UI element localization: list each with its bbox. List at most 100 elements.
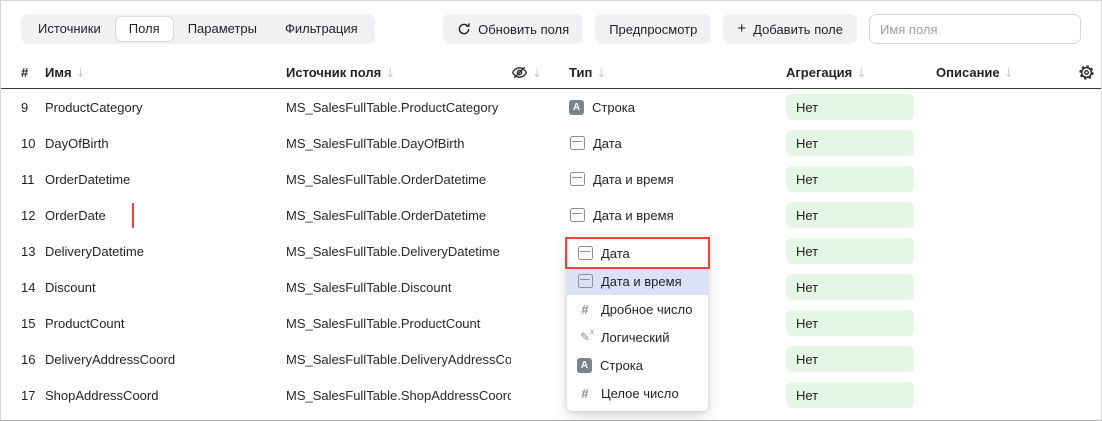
col-header-description[interactable]: Описание↓	[936, 65, 1059, 80]
tab-sources[interactable]: Источники	[24, 16, 115, 42]
field-name-cell[interactable]: ProductCategory	[45, 100, 286, 115]
row-number: 13	[21, 244, 45, 259]
field-name[interactable]: DeliveryDatetime	[45, 244, 144, 259]
table-row: 9 ProductCategory MS_SalesFullTable.Prod…	[1, 89, 1101, 125]
field-type-cell[interactable]: Дата и время	[569, 171, 786, 187]
field-name[interactable]: ProductCategory	[45, 100, 143, 115]
sort-arrow-icon[interactable]: ↓	[385, 66, 395, 80]
table-header-row: # Имя↓ Источник поля↓ ↓ Тип↓ Агрегация↓ …	[1, 57, 1101, 89]
add-field-label: Добавить поле	[753, 22, 843, 37]
field-name-cell[interactable]: OrderDatetime	[45, 172, 286, 187]
field-type: Дата	[593, 136, 622, 151]
integer-type-icon	[577, 385, 593, 401]
field-source-cell[interactable]: MS_SalesFullTable.Discount	[286, 280, 511, 295]
table-body: 9 ProductCategory MS_SalesFullTable.Prod…	[1, 89, 1101, 413]
refresh-fields-button[interactable]: Обновить поля	[443, 14, 583, 44]
field-name[interactable]: ShopAddressCoord	[45, 388, 158, 403]
field-source: MS_SalesFullTable.ShopAddressCoord	[286, 388, 511, 403]
refresh-icon	[457, 22, 471, 36]
field-name[interactable]: OrderDate	[45, 203, 132, 228]
type-dropdown-menu: Дата Дата и время Дробное число Логическ…	[567, 235, 708, 411]
sort-arrow-icon[interactable]: ↓	[76, 66, 86, 80]
type-option[interactable]: Дробное число	[567, 295, 708, 323]
field-name[interactable]: OrderDatetime	[45, 172, 130, 187]
field-source: MS_SalesFullTable.ProductCategory	[286, 100, 498, 115]
sort-arrow-icon[interactable]: ↓	[856, 66, 866, 80]
field-source-cell[interactable]: MS_SalesFullTable.DayOfBirth	[286, 136, 511, 151]
field-name-cell[interactable]: DeliveryDatetime	[45, 244, 286, 259]
field-name-cell[interactable]: OrderDate	[45, 203, 286, 228]
field-name-search-input[interactable]	[869, 14, 1081, 44]
tab-parameters[interactable]: Параметры	[174, 16, 271, 42]
refresh-fields-label: Обновить поля	[478, 22, 569, 37]
field-name-cell[interactable]: ShopAddressCoord	[45, 388, 286, 403]
aggregation-select[interactable]: Нет	[786, 130, 914, 156]
hidden-eye-icon	[511, 64, 528, 81]
table-row: 15 ProductCount MS_SalesFullTable.Produc…	[1, 305, 1101, 341]
aggregation-select[interactable]: Нет	[786, 166, 914, 192]
tab-fields[interactable]: Поля	[115, 16, 174, 42]
table-row: 14 Discount MS_SalesFullTable.Discount Н…	[1, 269, 1101, 305]
aggregation-select[interactable]: Нет	[786, 382, 914, 408]
type-option[interactable]: Строка	[567, 351, 708, 379]
boolean-type-icon	[577, 329, 593, 345]
aggregation-select[interactable]: Нет	[786, 310, 914, 336]
type-option[interactable]: Логический	[567, 323, 708, 351]
row-number: 12	[21, 208, 45, 223]
field-source: MS_SalesFullTable.OrderDatetime	[286, 172, 486, 187]
table-settings-button[interactable]	[1059, 64, 1101, 81]
field-name-cell[interactable]: DayOfBirth	[45, 136, 286, 151]
table-row: 11 OrderDatetime MS_SalesFullTable.Order…	[1, 161, 1101, 197]
type-option[interactable]: Дата и время	[567, 267, 708, 295]
aggregation-select[interactable]: Нет	[786, 202, 914, 228]
table-row: 17 ShopAddressCoord MS_SalesFullTable.Sh…	[1, 377, 1101, 413]
type-option-label: Дата и время	[601, 274, 682, 289]
field-source-cell[interactable]: MS_SalesFullTable.DeliveryAddressCoord	[286, 352, 511, 367]
field-name[interactable]: DayOfBirth	[45, 136, 109, 151]
field-name[interactable]: Discount	[45, 280, 96, 295]
field-source-cell[interactable]: MS_SalesFullTable.ProductCategory	[286, 100, 511, 115]
field-type: Строка	[592, 100, 635, 115]
sort-arrow-icon[interactable]: ↓	[532, 66, 542, 80]
field-source-cell[interactable]: MS_SalesFullTable.OrderDatetime	[286, 172, 511, 187]
aggregation-select[interactable]: Нет	[786, 274, 914, 300]
field-type: Дата и время	[593, 208, 674, 223]
field-source-cell[interactable]: MS_SalesFullTable.ShopAddressCoord	[286, 388, 511, 403]
field-aggregation-cell: Нет	[786, 274, 936, 300]
tab-filtering[interactable]: Фильтрация	[271, 16, 372, 42]
type-option[interactable]: Целое число	[567, 379, 708, 407]
type-option-label: Дробное число	[601, 302, 692, 317]
field-type-cell[interactable]: Дата	[569, 135, 786, 151]
sort-arrow-icon[interactable]: ↓	[596, 66, 606, 80]
field-source: MS_SalesFullTable.DeliveryAddressCoord	[286, 352, 511, 367]
col-header-aggregation[interactable]: Агрегация↓	[786, 65, 936, 80]
col-header-index: #	[21, 65, 45, 80]
preview-button[interactable]: Предпросмотр	[595, 14, 711, 44]
field-type-cell[interactable]: Дата и время	[569, 207, 786, 223]
col-header-name[interactable]: Имя↓	[45, 65, 286, 80]
field-name[interactable]: ProductCount	[45, 316, 125, 331]
col-header-source[interactable]: Источник поля↓	[286, 65, 511, 80]
type-option-label: Логический	[601, 330, 669, 345]
aggregation-select[interactable]: Нет	[786, 94, 914, 120]
type-option[interactable]: Дата	[567, 239, 708, 267]
sort-arrow-icon[interactable]: ↓	[1004, 66, 1014, 80]
col-header-type[interactable]: Тип↓	[569, 65, 786, 80]
aggregation-select[interactable]: Нет	[786, 346, 914, 372]
field-name[interactable]: DeliveryAddressCoord	[45, 352, 175, 367]
field-source-cell[interactable]: MS_SalesFullTable.OrderDatetime	[286, 208, 511, 223]
add-field-button[interactable]: + Добавить поле	[723, 14, 857, 44]
field-name-cell[interactable]: DeliveryAddressCoord	[45, 352, 286, 367]
field-aggregation-cell: Нет	[786, 202, 936, 228]
field-name-cell[interactable]: ProductCount	[45, 316, 286, 331]
field-source-cell[interactable]: MS_SalesFullTable.ProductCount	[286, 316, 511, 331]
field-aggregation-cell: Нет	[786, 166, 936, 192]
row-number: 16	[21, 352, 45, 367]
col-header-hidden[interactable]: ↓	[511, 64, 569, 81]
field-aggregation-cell: Нет	[786, 382, 936, 408]
table-row: 16 DeliveryAddressCoord MS_SalesFullTabl…	[1, 341, 1101, 377]
field-type-cell[interactable]: Строка	[569, 100, 786, 115]
field-source-cell[interactable]: MS_SalesFullTable.DeliveryDatetime	[286, 244, 511, 259]
field-name-cell[interactable]: Discount	[45, 280, 286, 295]
aggregation-select[interactable]: Нет	[786, 238, 914, 264]
